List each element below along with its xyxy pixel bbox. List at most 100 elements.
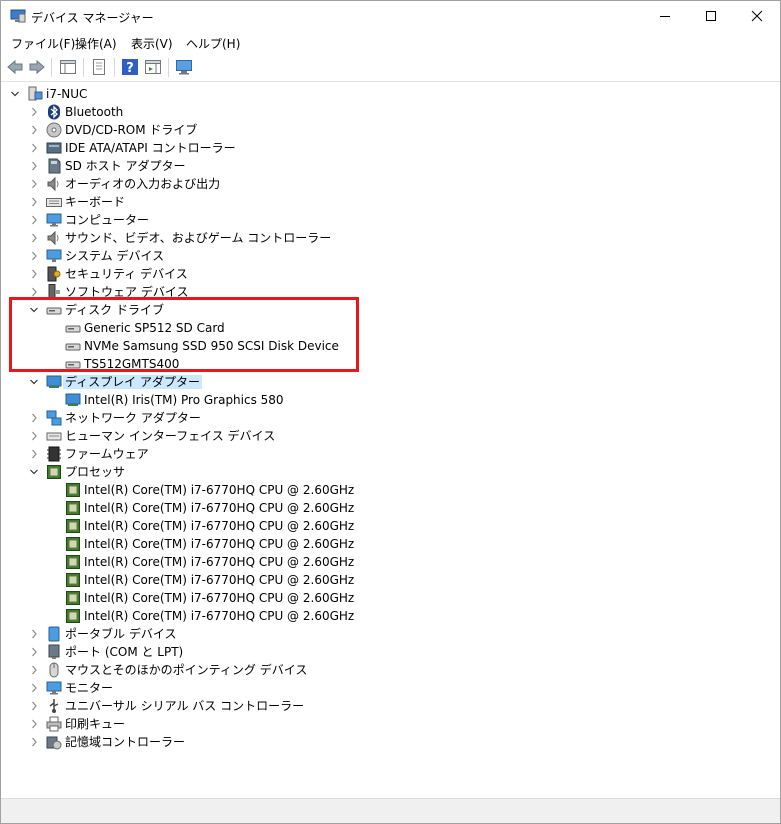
- tree-node[interactable]: ネットワーク アダプター: [1, 409, 780, 427]
- chevron-right-icon[interactable]: [29, 106, 39, 118]
- forward-arrow-icon[interactable]: [28, 58, 46, 76]
- tree-node[interactable]: Intel(R) Iris(TM) Pro Graphics 580: [1, 391, 780, 409]
- port-icon: [48, 644, 60, 659]
- properties-icon[interactable]: [90, 58, 108, 76]
- menu-action[interactable]: 操作(A): [75, 35, 117, 52]
- tree-node[interactable]: SD ホスト アダプター: [1, 157, 780, 175]
- processor-icon: [66, 591, 80, 605]
- chevron-right-icon[interactable]: [29, 124, 39, 136]
- processor-icon: [66, 555, 80, 569]
- tree-node[interactable]: キーボード: [1, 193, 780, 211]
- tree-node[interactable]: Intel(R) Core(TM) i7-6770HQ CPU @ 2.60GH…: [1, 589, 780, 607]
- maximize-button[interactable]: [688, 1, 734, 31]
- chevron-right-icon[interactable]: [29, 430, 39, 442]
- tree-node-label: Intel(R) Core(TM) i7-6770HQ CPU @ 2.60GH…: [84, 591, 355, 605]
- chevron-right-icon[interactable]: [29, 160, 39, 172]
- tree-node-label: マウスとそのほかのポインティング デバイス: [65, 663, 308, 677]
- menu-view[interactable]: 表示(V): [131, 35, 173, 52]
- tree-node[interactable]: ユニバーサル シリアル バス コントローラー: [1, 697, 780, 715]
- tree-node[interactable]: オーディオの入力および出力: [1, 175, 780, 193]
- chevron-right-icon[interactable]: [29, 250, 39, 262]
- svg-text:?: ?: [126, 61, 134, 76]
- chevron-right-icon[interactable]: [29, 142, 39, 154]
- usb-icon: [49, 699, 59, 713]
- close-button[interactable]: [734, 1, 780, 31]
- help-icon[interactable]: ?: [121, 58, 139, 76]
- device-tree: i7-NUC Bluetooth DVD/CD-ROM ドライブ IDE ATA/AT…: [1, 82, 780, 798]
- tree-node[interactable]: サウンド、ビデオ、およびゲーム コントローラー: [1, 229, 780, 247]
- tree-node[interactable]: セキュリティ デバイス: [1, 265, 780, 283]
- security-key-icon: [47, 266, 61, 282]
- tree-node[interactable]: i7-NUC: [1, 85, 780, 103]
- tree-node[interactable]: Intel(R) Core(TM) i7-6770HQ CPU @ 2.60GH…: [1, 607, 780, 625]
- title-bar[interactable]: デバイス マネージャー: [1, 1, 780, 31]
- menu-help[interactable]: ヘルプ(H): [186, 35, 240, 52]
- chevron-right-icon[interactable]: [29, 700, 39, 712]
- chevron-right-icon[interactable]: [29, 448, 39, 460]
- tree-node[interactable]: Bluetooth: [1, 103, 780, 121]
- tree-node-label: Intel(R) Core(TM) i7-6770HQ CPU @ 2.60GH…: [84, 609, 355, 623]
- tree-node-label: 印刷キュー: [65, 717, 126, 731]
- chevron-right-icon[interactable]: [29, 628, 39, 640]
- speaker-icon: [47, 176, 59, 192]
- chevron-right-icon[interactable]: [29, 736, 39, 748]
- tree-node-label: ユニバーサル シリアル バス コントローラー: [65, 699, 305, 713]
- processor-icon: [66, 537, 80, 551]
- chevron-right-icon[interactable]: [29, 664, 39, 676]
- toolbar: ?: [1, 54, 780, 82]
- tree-node-label: i7-NUC: [46, 87, 88, 101]
- processor-icon: [66, 573, 80, 587]
- tree-node[interactable]: ファームウェア: [1, 445, 780, 463]
- tree-node-label: ネットワーク アダプター: [65, 411, 201, 425]
- tree-node[interactable]: 記憶域コントローラー: [1, 733, 780, 751]
- tree-node[interactable]: マウスとそのほかのポインティング デバイス: [1, 661, 780, 679]
- tree-node[interactable]: コンピューター: [1, 211, 780, 229]
- tree-node[interactable]: モニター: [1, 679, 780, 697]
- display-adapter-icon: [46, 375, 62, 388]
- menu-bar: ファイル(F) 操作(A) 表示(V) ヘルプ(H): [1, 32, 780, 53]
- processor-icon: [66, 519, 80, 533]
- show-hide-console-tree-icon[interactable]: [59, 58, 77, 76]
- chevron-right-icon[interactable]: [29, 682, 39, 694]
- tree-node[interactable]: Intel(R) Core(TM) i7-6770HQ CPU @ 2.60GH…: [1, 535, 780, 553]
- tree-node[interactable]: IDE ATA/ATAPI コントローラー: [1, 139, 780, 157]
- chevron-right-icon[interactable]: [29, 268, 39, 280]
- chevron-right-icon[interactable]: [29, 412, 39, 424]
- chevron-right-icon[interactable]: [29, 718, 39, 730]
- tree-node-label: ヒューマン インターフェイス デバイス: [65, 429, 276, 443]
- chevron-right-icon[interactable]: [29, 196, 39, 208]
- back-arrow-icon[interactable]: [6, 58, 24, 76]
- tree-node-label: SD ホスト アダプター: [65, 159, 186, 173]
- chevron-right-icon[interactable]: [29, 178, 39, 190]
- chevron-down-icon[interactable]: [10, 88, 20, 100]
- storage-controller-icon: [46, 736, 62, 750]
- action-pane-icon[interactable]: [144, 58, 162, 76]
- chevron-down-icon[interactable]: [29, 376, 39, 388]
- tree-node[interactable]: DVD/CD-ROM ドライブ: [1, 121, 780, 139]
- chevron-right-icon[interactable]: [29, 214, 39, 226]
- tree-node[interactable]: ヒューマン インターフェイス デバイス: [1, 427, 780, 445]
- tree-node[interactable]: 印刷キュー: [1, 715, 780, 733]
- tree-node[interactable]: ディスプレイ アダプター: [1, 373, 780, 391]
- tree-node[interactable]: ポート (COM と LPT): [1, 643, 780, 661]
- tree-node-label: システム デバイス: [65, 249, 165, 263]
- chevron-right-icon[interactable]: [29, 232, 39, 244]
- tree-node[interactable]: Intel(R) Core(TM) i7-6770HQ CPU @ 2.60GH…: [1, 571, 780, 589]
- dvd-drive-icon: [46, 122, 62, 138]
- mouse-icon: [49, 662, 59, 678]
- tree-node[interactable]: Intel(R) Core(TM) i7-6770HQ CPU @ 2.60GH…: [1, 517, 780, 535]
- scan-hardware-icon[interactable]: [175, 58, 193, 76]
- status-bar: [1, 798, 780, 823]
- tree-node[interactable]: Intel(R) Core(TM) i7-6770HQ CPU @ 2.60GH…: [1, 481, 780, 499]
- tree-node[interactable]: Intel(R) Core(TM) i7-6770HQ CPU @ 2.60GH…: [1, 553, 780, 571]
- tree-node[interactable]: プロセッサ: [1, 463, 780, 481]
- tree-node[interactable]: システム デバイス: [1, 247, 780, 265]
- chevron-down-icon[interactable]: [29, 466, 39, 478]
- minimize-button[interactable]: [642, 1, 688, 31]
- chevron-right-icon[interactable]: [29, 646, 39, 658]
- toolbar-separator: [168, 58, 169, 77]
- tree-node[interactable]: Intel(R) Core(TM) i7-6770HQ CPU @ 2.60GH…: [1, 499, 780, 517]
- tree-node[interactable]: ポータブル デバイス: [1, 625, 780, 643]
- tree-node-label: Intel(R) Iris(TM) Pro Graphics 580: [84, 393, 284, 407]
- menu-file[interactable]: ファイル(F): [11, 35, 75, 52]
